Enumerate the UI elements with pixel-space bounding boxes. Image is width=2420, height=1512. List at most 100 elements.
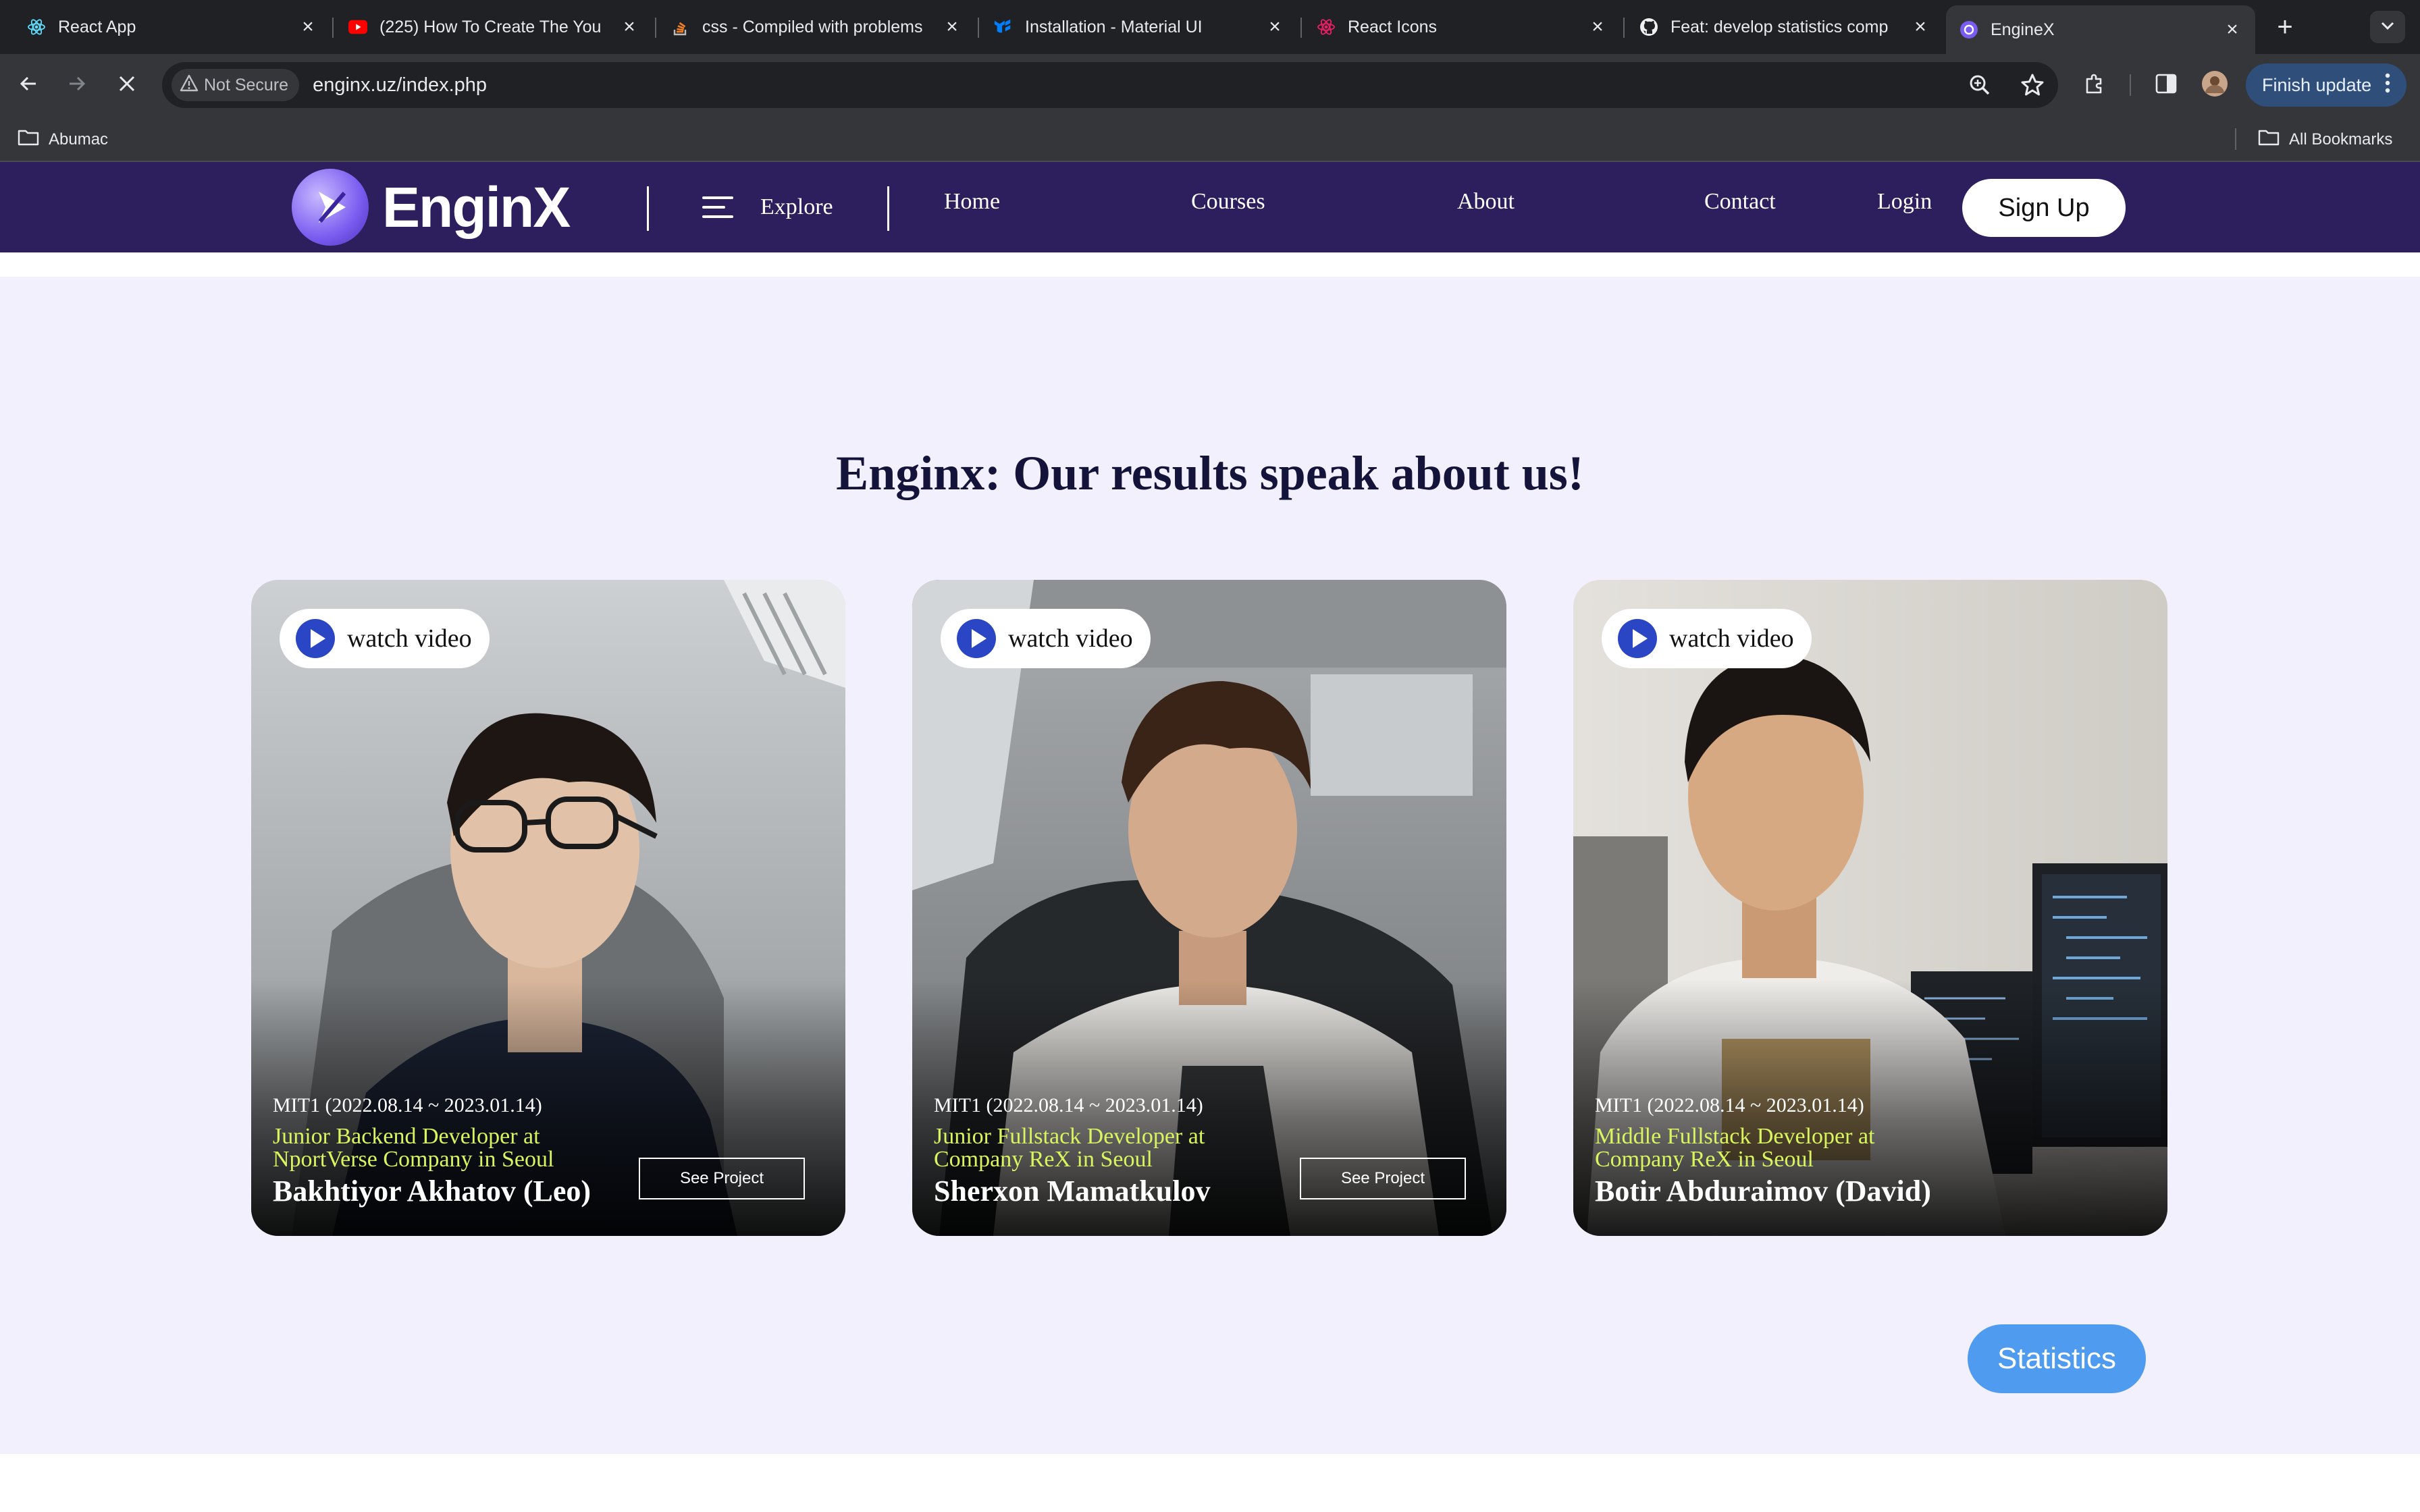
- folder-icon: [2258, 128, 2280, 151]
- arrow-right-icon: [67, 74, 87, 97]
- header-spacer: [0, 252, 2420, 277]
- all-bookmarks-button[interactable]: All Bookmarks: [2258, 128, 2392, 151]
- tab-title: css - Compiled with problems: [702, 17, 923, 36]
- site-logo[interactable]: EnginX: [292, 169, 571, 246]
- browser-toolbar: Not Secure enginx.uz/index.php Finish up…: [0, 54, 2420, 116]
- close-icon[interactable]: ×: [620, 16, 639, 38]
- bookmark-folder-abumac[interactable]: Abumac: [18, 128, 108, 151]
- react-icons-icon: [1317, 18, 1336, 36]
- nav-home[interactable]: Home: [944, 189, 1000, 215]
- close-icon[interactable]: ×: [2223, 18, 2242, 40]
- new-tab-button[interactable]: +: [2269, 11, 2301, 43]
- more-vert-icon: [2385, 73, 2390, 98]
- tab-title: Installation - Material UI: [1025, 17, 1203, 36]
- nav-about[interactable]: About: [1457, 189, 1515, 215]
- security-label: Not Secure: [204, 75, 289, 94]
- cohort-text: MIT1 (2022.08.14 ~ 2023.01.14): [1595, 1094, 1864, 1116]
- explore-button[interactable]: Explore: [702, 185, 833, 230]
- see-project-button[interactable]: See Project: [1300, 1158, 1466, 1199]
- tab-github[interactable]: Feat: develop statistics comp ×: [1626, 5, 1943, 49]
- finish-update-label: Finish update: [2262, 74, 2372, 95]
- zoom-icon[interactable]: [1964, 69, 1996, 105]
- site-info-button[interactable]: Not Secure: [172, 69, 300, 101]
- stop-loading-button[interactable]: [111, 69, 143, 101]
- browser-tab-strip: React App × (225) How To Create The You …: [0, 0, 2420, 54]
- logo-mark-icon: [292, 169, 369, 246]
- close-icon[interactable]: ×: [943, 16, 962, 38]
- page-footer-spacer: [0, 1454, 2420, 1512]
- tab-enginex[interactable]: EngineX ×: [1946, 5, 2255, 54]
- sign-up-button[interactable]: Sign Up: [1962, 179, 2126, 237]
- testimonial-card[interactable]: watch video MIT1 (2022.08.14 ~ 2023.01.1…: [251, 580, 845, 1236]
- nav-courses[interactable]: Courses: [1191, 189, 1265, 215]
- chevron-down-icon: [2379, 20, 2396, 34]
- mui-icon: [994, 18, 1013, 36]
- close-icon[interactable]: ×: [1588, 16, 1607, 38]
- watch-video-button[interactable]: watch video: [280, 609, 490, 668]
- tab-youtube[interactable]: (225) How To Create The You ×: [335, 5, 652, 49]
- tab-react-icons[interactable]: React Icons ×: [1303, 5, 1621, 49]
- job-title: Middle Fullstack Developer at Company Re…: [1595, 1124, 1875, 1172]
- address-bar[interactable]: Not Secure enginx.uz/index.php: [162, 62, 2058, 108]
- play-icon: [1618, 619, 1657, 658]
- bookmark-label: Abumac: [49, 130, 109, 148]
- student-name: Sherxon Mamatkulov: [934, 1174, 1211, 1208]
- site-header: EnginX Explore Home Courses About Contac…: [0, 162, 2420, 252]
- statistics-button[interactable]: Statistics: [1968, 1324, 2146, 1393]
- close-icon[interactable]: ×: [1911, 16, 1930, 38]
- close-icon[interactable]: ×: [298, 16, 317, 38]
- avatar: [2201, 70, 2228, 101]
- finish-update-button[interactable]: Finish update: [2246, 63, 2407, 107]
- testimonial-card[interactable]: watch video MIT1 (2022.08.14 ~ 2023.01.1…: [912, 580, 1506, 1236]
- extensions-button[interactable]: [2078, 69, 2111, 101]
- folder-icon: [18, 128, 39, 151]
- star-icon[interactable]: [2016, 69, 2049, 105]
- tab-title: React Icons: [1348, 17, 1438, 36]
- nav-contact[interactable]: Contact: [1704, 189, 1776, 215]
- watch-video-label: watch video: [1008, 624, 1133, 653]
- menu-icon: [702, 190, 733, 225]
- profile-button[interactable]: [2199, 69, 2231, 101]
- student-name: Bakhtiyor Akhatov (Leo): [273, 1174, 591, 1208]
- tab-material-ui[interactable]: Installation - Material UI ×: [980, 5, 1298, 49]
- cohort-text: MIT1 (2022.08.14 ~ 2023.01.14): [934, 1094, 1203, 1116]
- cohort-text: MIT1 (2022.08.14 ~ 2023.01.14): [273, 1094, 542, 1116]
- testimonial-card[interactable]: watch video MIT1 (2022.08.14 ~ 2023.01.1…: [1573, 580, 2167, 1236]
- close-icon: [118, 75, 136, 96]
- forward-button[interactable]: [61, 69, 93, 101]
- back-button[interactable]: [12, 69, 45, 101]
- play-icon: [296, 619, 335, 658]
- watch-video-button[interactable]: watch video: [941, 609, 1151, 668]
- see-project-button[interactable]: See Project: [639, 1158, 805, 1199]
- job-title: Junior Fullstack Developer at Company Re…: [934, 1124, 1205, 1172]
- student-name: Botir Abduraimov (David): [1595, 1174, 1931, 1208]
- warning-icon: [180, 74, 199, 97]
- bookmark-label: All Bookmarks: [2289, 130, 2393, 148]
- section-headline: Enginx: Our results speak about us!: [836, 446, 1584, 500]
- enginex-icon: [1959, 20, 1978, 39]
- tab-title: (225) How To Create The You: [379, 17, 602, 36]
- tab-title: React App: [58, 17, 136, 36]
- github-icon: [1639, 18, 1658, 36]
- nav-login[interactable]: Login: [1877, 189, 1932, 215]
- tab-title: EngineX: [1991, 20, 2055, 39]
- puzzle-icon: [2083, 72, 2106, 99]
- arrow-left-icon: [18, 74, 38, 97]
- watch-video-label: watch video: [347, 624, 472, 653]
- close-icon[interactable]: ×: [1265, 16, 1284, 38]
- watch-video-label: watch video: [1669, 624, 1794, 653]
- tab-title: Feat: develop statistics comp: [1671, 17, 1889, 36]
- stackoverflow-icon: [671, 18, 690, 36]
- play-icon: [957, 619, 996, 658]
- react-icon: [27, 18, 46, 36]
- tab-react-app[interactable]: React App ×: [14, 5, 331, 49]
- tab-stackoverflow[interactable]: css - Compiled with problems ×: [658, 5, 975, 49]
- bookmarks-bar: Abumac All Bookmarks: [0, 116, 2420, 162]
- side-panel-button[interactable]: [2150, 69, 2182, 101]
- tab-search-button[interactable]: [2370, 11, 2405, 43]
- youtube-icon: [348, 18, 367, 36]
- url-text[interactable]: enginx.uz/index.php: [313, 74, 487, 97]
- job-title: Junior Backend Developer at NportVerse C…: [273, 1124, 554, 1172]
- logo-text: EnginX: [382, 175, 571, 239]
- watch-video-button[interactable]: watch video: [1602, 609, 1812, 668]
